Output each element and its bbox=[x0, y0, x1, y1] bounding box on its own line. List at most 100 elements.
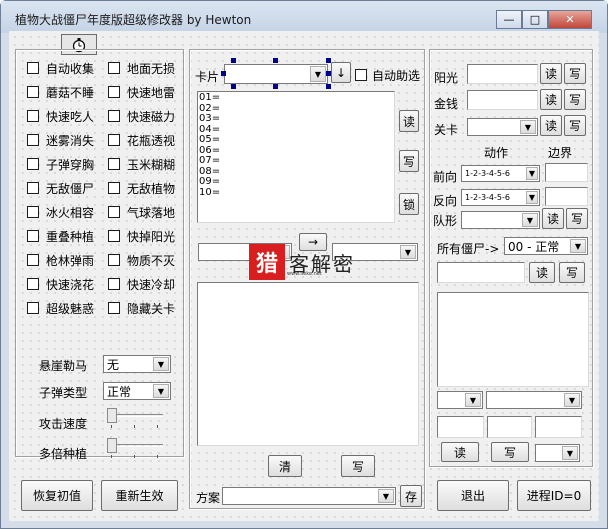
checkbox-box[interactable] bbox=[108, 134, 120, 146]
plan-textarea[interactable] bbox=[197, 282, 419, 446]
checkbox-box[interactable] bbox=[108, 206, 120, 218]
level-select[interactable]: ▼ bbox=[467, 118, 538, 136]
maximize-icon[interactable]: □ bbox=[522, 10, 548, 29]
checkbox-box[interactable] bbox=[27, 230, 39, 242]
checkbox-checkboxes_col2-7[interactable]: 快掉阳光 bbox=[108, 228, 175, 244]
write-plan-button[interactable]: 写 bbox=[341, 455, 375, 477]
zombie-field-3[interactable] bbox=[535, 416, 582, 438]
checkbox-box[interactable] bbox=[27, 86, 39, 98]
multi-plant-slider[interactable] bbox=[107, 438, 163, 460]
checkbox-box[interactable] bbox=[27, 62, 39, 74]
save-plan-button[interactable]: 存 bbox=[400, 485, 422, 507]
zombie-list[interactable] bbox=[437, 292, 589, 387]
checkbox-checkboxes_col1-3[interactable]: 迷雾消失 bbox=[27, 132, 94, 148]
clear-button[interactable]: 清 bbox=[268, 455, 302, 477]
read-cards-button[interactable]: 读 bbox=[399, 110, 419, 132]
zombie-bottom-write-button[interactable]: 写 bbox=[491, 442, 529, 462]
checkbox-checkboxes_col2-8[interactable]: 物质不灭 bbox=[108, 252, 175, 268]
card-select[interactable]: ▼ bbox=[224, 64, 328, 84]
checkbox-checkboxes_col2-5[interactable]: 无敌植物 bbox=[108, 180, 175, 196]
checkbox-checkboxes_col2-4[interactable]: 玉米糊糊 bbox=[108, 156, 175, 172]
auto-assist-checkbox[interactable]: 自动助选 bbox=[355, 67, 420, 83]
checkbox-box[interactable] bbox=[27, 278, 39, 290]
checkbox-checkboxes_col2-10[interactable]: 隐藏关卡 bbox=[108, 300, 175, 316]
checkbox-box[interactable] bbox=[27, 254, 39, 266]
minimize-icon[interactable]: — bbox=[496, 10, 522, 29]
reverse-select[interactable]: 1-2-3-4-5-6 ▼ bbox=[461, 189, 540, 206]
checkbox-box[interactable] bbox=[108, 158, 120, 170]
attack-speed-slider[interactable] bbox=[107, 408, 163, 430]
checkbox-box[interactable] bbox=[27, 182, 39, 194]
checkbox-checkboxes_col1-1[interactable]: 蘑菇不睡 bbox=[27, 84, 94, 100]
zombie-bottom-read-button[interactable]: 读 bbox=[441, 442, 479, 462]
checkbox-checkboxes_col1-6[interactable]: 冰火相容 bbox=[27, 204, 94, 220]
reverse-border-input[interactable] bbox=[545, 187, 588, 206]
zombie-write-button[interactable]: 写 bbox=[559, 262, 585, 283]
checkbox-box[interactable] bbox=[108, 278, 120, 290]
checkbox-checkboxes_col2-1[interactable]: 快速地雷 bbox=[108, 84, 175, 100]
zombie-read-button[interactable]: 读 bbox=[529, 262, 555, 283]
restore-button[interactable]: 恢复初值 bbox=[21, 480, 93, 511]
formation-write-button[interactable]: 写 bbox=[566, 208, 588, 229]
zombie-field-2[interactable] bbox=[487, 416, 532, 438]
checkbox-checkboxes_col2-6[interactable]: 气球落地 bbox=[108, 204, 175, 220]
forward-select[interactable]: 1-2-3-4-5-6 ▼ bbox=[461, 165, 540, 182]
regenerate-button[interactable]: 重新生效 bbox=[101, 480, 178, 511]
level-write-button[interactable]: 写 bbox=[564, 115, 586, 136]
all-zombies-select[interactable]: 00 - 正常 ▼ bbox=[504, 237, 588, 255]
plan-select[interactable]: ▼ bbox=[222, 487, 396, 505]
slider-thumb[interactable] bbox=[107, 408, 117, 423]
exit-button[interactable]: 退出 bbox=[437, 480, 509, 511]
checkbox-checkboxes_col1-9[interactable]: 快速浇花 bbox=[27, 276, 94, 292]
close-icon[interactable]: ✕ bbox=[548, 10, 592, 29]
checkbox-checkboxes_col1-4[interactable]: 子弹穿胸 bbox=[27, 156, 94, 172]
formation-select[interactable]: ▼ bbox=[461, 211, 540, 229]
title-bar[interactable]: 植物大战僵尸年度版超级修改器 by Hewton — □ ✕ bbox=[1, 1, 607, 33]
checkbox-box[interactable] bbox=[27, 134, 39, 146]
checkbox-checkboxes_col2-3[interactable]: 花瓶透视 bbox=[108, 132, 175, 148]
checkbox-box[interactable] bbox=[27, 206, 39, 218]
checkbox-checkboxes_col1-2[interactable]: 快速吃人 bbox=[27, 108, 94, 124]
zombie-input[interactable] bbox=[437, 262, 525, 283]
checkbox-box[interactable] bbox=[27, 302, 39, 314]
checkbox-checkboxes_col1-8[interactable]: 枪林弹雨 bbox=[27, 252, 94, 268]
zombie-field-1[interactable] bbox=[437, 416, 484, 438]
write-cards-button[interactable]: 写 bbox=[399, 150, 419, 172]
cliff-select[interactable]: 无 ▼ bbox=[103, 355, 171, 373]
checkbox-box[interactable] bbox=[27, 110, 39, 122]
zombie-extra-select[interactable]: ▼ bbox=[535, 444, 580, 462]
checkbox-checkboxes_col2-0[interactable]: 地面无损 bbox=[108, 60, 175, 76]
checkbox-box[interactable] bbox=[108, 182, 120, 194]
checkbox-box[interactable] bbox=[27, 158, 39, 170]
checkbox-box[interactable] bbox=[108, 230, 120, 242]
checkbox-box[interactable] bbox=[108, 86, 120, 98]
checkbox-checkboxes_col2-2[interactable]: 快速磁力 bbox=[108, 108, 175, 124]
bullet-select[interactable]: 正常 ▼ bbox=[103, 382, 171, 400]
checkbox-checkboxes_col2-9[interactable]: 快速冷却 bbox=[108, 276, 175, 292]
down-arrow-button[interactable]: ↓ bbox=[331, 62, 351, 83]
sun-input[interactable] bbox=[467, 64, 538, 84]
sun-read-button[interactable]: 读 bbox=[540, 63, 562, 84]
checkbox-box[interactable] bbox=[108, 302, 120, 314]
checkbox-box[interactable] bbox=[108, 110, 120, 122]
lock-cards-button[interactable]: 锁 bbox=[399, 193, 419, 215]
checkbox-box[interactable] bbox=[108, 254, 120, 266]
checkbox-checkboxes_col1-0[interactable]: 自动收集 bbox=[27, 60, 94, 76]
zombie-row-select[interactable]: ▼ bbox=[437, 391, 483, 409]
level-read-button[interactable]: 读 bbox=[540, 115, 562, 136]
checkbox-checkboxes_col1-10[interactable]: 超级魅惑 bbox=[27, 300, 94, 316]
checkbox-box[interactable] bbox=[108, 62, 120, 74]
money-write-button[interactable]: 写 bbox=[564, 89, 586, 110]
process-id-button[interactable]: 进程ID=0 bbox=[517, 480, 591, 511]
checkbox-box[interactable] bbox=[355, 69, 367, 81]
sun-write-button[interactable]: 写 bbox=[564, 63, 586, 84]
checkbox-checkboxes_col1-7[interactable]: 重叠种植 bbox=[27, 228, 94, 244]
card-slot-list[interactable]: 01= 02= 03= 04= 05= 06= 07= 08= 09= 10= bbox=[197, 91, 395, 223]
formation-read-button[interactable]: 读 bbox=[542, 208, 564, 229]
checkbox-checkboxes_col1-5[interactable]: 无敌僵尸 bbox=[27, 180, 94, 196]
money-read-button[interactable]: 读 bbox=[540, 89, 562, 110]
zombie-type-select[interactable]: ▼ bbox=[486, 391, 582, 409]
money-input[interactable] bbox=[467, 90, 538, 110]
forward-border-input[interactable] bbox=[545, 163, 588, 182]
slider-thumb[interactable] bbox=[107, 438, 117, 453]
